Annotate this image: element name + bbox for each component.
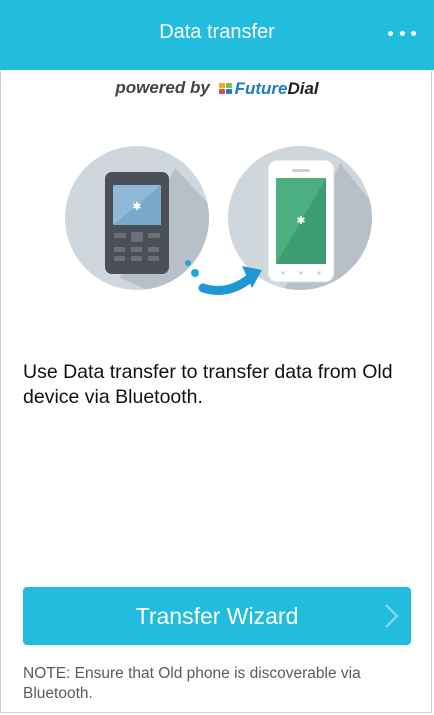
- transfer-illustration: ✱ ✱: [65, 146, 372, 295]
- powered-by-line: powered by FutureDial: [0, 78, 434, 99]
- futuredial-logo: FutureDial: [218, 78, 319, 99]
- transfer-wizard-button[interactable]: Transfer Wizard: [23, 587, 411, 645]
- feature-phone-bluetooth-icon: ✱: [65, 146, 209, 290]
- futuredial-logo-icon: [218, 82, 233, 95]
- app-bar: Data transfer: [0, 0, 434, 70]
- transfer-wizard-label: Transfer Wizard: [135, 603, 299, 629]
- more-options-icon[interactable]: [388, 26, 416, 40]
- description-text: Use Data transfer to transfer data from …: [23, 361, 393, 408]
- svg-text:✱: ✱: [132, 200, 141, 213]
- futuredial-wordmark: FutureDial: [234, 78, 319, 98]
- svg-text:✱: ✱: [296, 214, 305, 227]
- more-dot: [399, 30, 405, 36]
- more-dot: [388, 30, 393, 36]
- more-dot: [411, 30, 416, 36]
- powered-by-text: powered by: [115, 78, 210, 97]
- bluetooth-note: NOTE: Ensure that Old phone is discovera…: [23, 665, 361, 702]
- chevron-right-icon: [385, 604, 399, 628]
- app-title: Data transfer: [159, 21, 275, 43]
